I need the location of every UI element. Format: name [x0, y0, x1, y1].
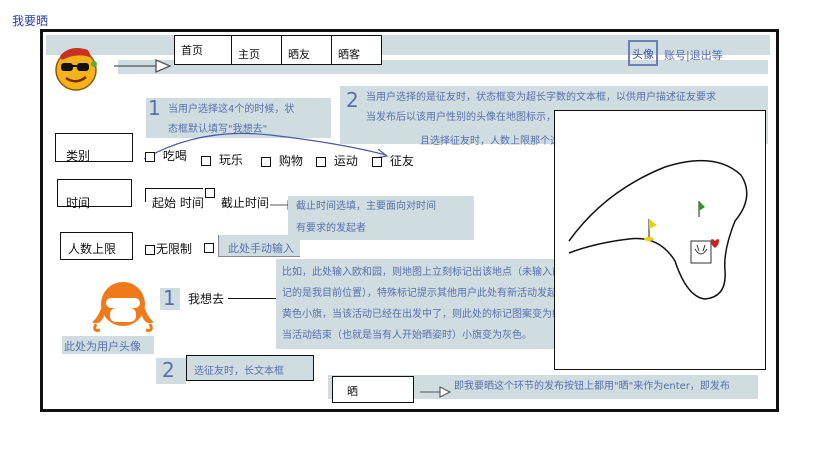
people-limit-label: 人数上限 [60, 232, 133, 260]
time-note-line1: 截止时间选填，主要面向对时间 [296, 201, 436, 212]
category-option-label: 购物 [278, 154, 303, 168]
long-text-marker: 2 [162, 358, 175, 382]
checkbox[interactable] [205, 188, 215, 198]
map-note-marker: 1 [163, 286, 176, 310]
account-links[interactable]: 账号|退出等 [664, 47, 723, 63]
note1-line1: 当用户选择这4个的时候，状 [168, 104, 295, 115]
category-label: 类别 [55, 133, 133, 163]
checkbox[interactable] [316, 156, 326, 167]
checkbox[interactable] [372, 156, 382, 167]
checkbox[interactable] [261, 156, 271, 167]
people-limit-checkbox[interactable] [204, 240, 214, 254]
arrow-right-icon [114, 59, 172, 73]
category-option-shopping[interactable]: 购物 [261, 152, 303, 169]
people-limit-placeholder: 此处手动输入 [228, 242, 294, 255]
category-option-friends[interactable]: 征友 [372, 152, 414, 169]
user-avatar [88, 278, 158, 334]
checkbox[interactable] [145, 244, 155, 255]
checkbox[interactable] [204, 242, 214, 253]
note1-marker: 1 [148, 96, 161, 120]
map-note-line4: 当活动结束（也就是当有人开始晒姿时）小旗变为灰色。 [282, 330, 532, 341]
note2-line1: 当用户选择的是征友时，状态框变为超长字数的文本框，以供用户描述征友要求 [366, 92, 716, 103]
category-option-sports[interactable]: 运动 [316, 152, 358, 169]
category-option-label: 吃喝 [162, 149, 187, 163]
checkbox[interactable] [145, 151, 155, 162]
long-text-hint: 选征友时，长文本框 [194, 366, 284, 377]
yellow-flag-icon[interactable] [644, 219, 657, 241]
arrow-right-icon [420, 386, 452, 398]
end-time-field[interactable]: 截止时间 [205, 188, 269, 210]
destination-input[interactable] [228, 298, 278, 299]
app-logo[interactable] [50, 42, 102, 94]
category-option-food[interactable]: 吃喝 [145, 147, 187, 164]
map-note-line2: 记的是我目前位置），特殊标记提示其他用户此处有新活动发起，比如用 [282, 288, 597, 299]
want-to-go-label: 我想去 [188, 292, 225, 306]
unlimited-label: 无限制 [156, 242, 193, 256]
tab-friends[interactable]: 晒友 [282, 35, 332, 65]
page-title: 我要晒 [12, 14, 49, 28]
time-label: 时间 [57, 179, 132, 210]
category-option-label: 玩乐 [218, 153, 243, 167]
user-avatar-icon [92, 282, 154, 332]
tab-profile[interactable]: 主页 [232, 35, 282, 65]
map-canvas [568, 159, 748, 300]
green-flag-icon[interactable] [698, 201, 705, 217]
tab-home[interactable]: 首页 [174, 35, 232, 65]
category-option-fun[interactable]: 玩乐 [201, 151, 243, 168]
submit-note: 即我要晒这个环节的发布按钮上都用"晒"来作为enter，即发布 [454, 381, 730, 392]
user-avatar-caption: 此处为用户头像 [64, 340, 141, 353]
header-highlight [46, 35, 770, 55]
category-option-label: 征友 [389, 154, 414, 168]
map-panel[interactable] [554, 110, 766, 370]
note2-marker: 2 [346, 88, 359, 112]
girl-avatar-marker-icon[interactable] [690, 239, 719, 264]
submit-button[interactable]: 晒 [332, 376, 414, 403]
category-option-label: 运动 [333, 154, 358, 168]
user-avatar-button[interactable]: 头像 [628, 40, 658, 66]
unlimited-option[interactable]: 无限制 [145, 240, 192, 257]
tab-guests[interactable]: 晒客 [332, 35, 382, 65]
start-time-label: 起始 时间 [152, 196, 204, 210]
sunglasses-smiley-icon [55, 48, 97, 91]
time-note-line2: 有要求的发起者 [296, 223, 366, 234]
checkbox[interactable] [201, 155, 211, 166]
end-time-label: 截止时间 [220, 196, 269, 210]
